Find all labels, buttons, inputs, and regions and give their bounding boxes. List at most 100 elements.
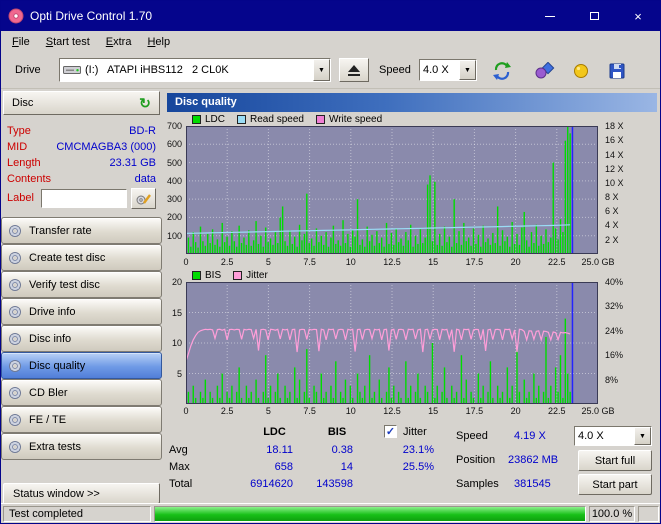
app-icon xyxy=(8,8,24,24)
nav-label: Drive info xyxy=(29,305,76,318)
eject-button[interactable] xyxy=(339,58,369,82)
jitter-legend-label: Jitter xyxy=(246,269,268,281)
ldc-column-header: LDC xyxy=(263,426,286,438)
chart2-left-axis: 5 10 15 20 xyxy=(171,277,182,379)
avg-bis-value: 0.38 xyxy=(331,444,353,456)
toolbar: Drive (I:) ATAPI iHBS112 2 CL0K ▼ Speed … xyxy=(1,53,660,89)
start-full-button[interactable]: Start full xyxy=(578,450,652,471)
maximize-button[interactable] xyxy=(572,1,616,31)
samples-stat-value: 381545 xyxy=(514,478,551,490)
mid-value: CMCMAGBA3 (000) xyxy=(56,141,156,153)
sidebar-item-verify-test-disc[interactable]: Verify test disc xyxy=(1,271,162,298)
drive-select[interactable]: (I:) ATAPI iHBS112 2 CL0K ▼ xyxy=(59,58,331,82)
drive-value: (I:) ATAPI iHBS112 2 CL0K xyxy=(85,64,229,76)
sidebar-item-transfer-rate[interactable]: Transfer rate xyxy=(1,217,162,244)
sidebar-item-create-test-disc[interactable]: Create test disc xyxy=(1,244,162,271)
jitter-checkbox[interactable]: ✓ xyxy=(384,425,397,438)
disc-label-input[interactable] xyxy=(41,189,127,208)
speed-label: Speed xyxy=(379,64,411,76)
disc-icon xyxy=(9,413,21,426)
length-value: 23.31 GB xyxy=(109,157,156,169)
mid-label: MID xyxy=(7,141,28,153)
menu-extra[interactable]: Extra xyxy=(98,33,140,51)
refresh-icon xyxy=(493,62,511,80)
chart1-left-axis: 100 200 300 400 500 600 700 xyxy=(166,121,182,241)
read-speed-legend-swatch xyxy=(237,114,247,124)
edit-label-icon xyxy=(136,193,151,204)
resize-grip[interactable] xyxy=(638,506,659,522)
save-button[interactable] xyxy=(601,57,633,85)
menu-bar: File Start test Extra Help xyxy=(1,31,660,53)
donate-button[interactable] xyxy=(565,57,597,85)
bis-column-header: BIS xyxy=(327,426,347,438)
sidebar-item-fe-te[interactable]: FE / TE xyxy=(1,406,162,433)
info-row-mid: MID CMCMAGBA3 (000) xyxy=(7,141,156,156)
chart2-right-axis: 40% 32% 24% 16% 8% xyxy=(605,277,624,385)
max-row-label: Max xyxy=(169,461,190,473)
info-row-length: Length 23.31 GB xyxy=(7,157,156,172)
status-message: Test completed xyxy=(3,506,151,522)
speed-stat-dropdown-icon[interactable]: ▼ xyxy=(634,427,651,445)
disc-icon xyxy=(9,251,21,264)
sidebar-item-drive-info[interactable]: Drive info xyxy=(1,298,162,325)
nav-label: Create test disc xyxy=(29,251,106,264)
nav-label: Verify test disc xyxy=(29,278,100,291)
refresh-drive-button[interactable] xyxy=(487,57,517,85)
disc-icon xyxy=(9,359,21,372)
max-ldc-value: 658 xyxy=(274,461,293,473)
erase-disc-button[interactable] xyxy=(529,57,561,85)
max-bis-value: 14 xyxy=(340,461,353,473)
type-label: Type xyxy=(7,125,31,137)
start-part-button[interactable]: Start part xyxy=(578,474,652,495)
speed-select[interactable]: 4.0 X ▼ xyxy=(419,59,477,81)
bis-chart-plot xyxy=(186,282,598,404)
bis-legend-swatch xyxy=(192,270,201,280)
ldc-legend-swatch xyxy=(192,114,201,124)
avg-ldc-value: 18.11 xyxy=(266,444,293,456)
menu-file[interactable]: File xyxy=(4,33,38,51)
refresh-disc-button[interactable]: ↻ xyxy=(134,93,156,113)
progress-bar xyxy=(154,506,586,522)
info-row-type: Type BD-R xyxy=(7,125,156,140)
disc-icon xyxy=(9,386,21,399)
edit-label-button[interactable] xyxy=(131,188,156,209)
status-window-button[interactable]: Status window >> xyxy=(3,483,160,504)
sidebar-item-cd-bler[interactable]: CD Bler xyxy=(1,379,162,406)
speed-dropdown-icon[interactable]: ▼ xyxy=(459,60,476,80)
nav-label: Transfer rate xyxy=(29,224,92,237)
write-speed-legend-swatch xyxy=(315,114,325,124)
close-button[interactable]: × xyxy=(616,1,660,31)
speed-value: 4.0 X xyxy=(423,64,449,76)
save-icon xyxy=(609,63,625,79)
sidebar-item-disc-quality[interactable]: Disc quality xyxy=(1,352,162,379)
disc-quality-panel: Disc quality LDC Read speed Write speed … xyxy=(162,89,660,505)
chart2-x-axis: 0 2.5 5 7.5 10 12.5 15 17.5 20 22.5 25.0 GB xyxy=(183,406,615,416)
jitter-legend-swatch xyxy=(233,270,243,280)
sidebar-item-disc-info[interactable]: Disc info xyxy=(1,325,162,352)
speed-stat-select[interactable]: 4.0 X ▼ xyxy=(574,426,652,446)
contents-value: data xyxy=(134,173,156,185)
window-title: Opti Drive Control 1.70 xyxy=(30,9,153,23)
contents-label: Contents xyxy=(7,173,52,185)
avg-row-label: Avg xyxy=(169,444,188,456)
jitter-checkbox-label: Jitter xyxy=(403,426,427,438)
menu-help[interactable]: Help xyxy=(139,33,178,51)
sidebar: Disc ↻ Type BD-R MID CMCMAGBA3 (000) Len… xyxy=(1,89,162,505)
menu-start-test[interactable]: Start test xyxy=(38,33,98,51)
samples-stat-label: Samples xyxy=(456,478,499,490)
minimize-button[interactable] xyxy=(528,1,572,31)
chart1-right-axis: 18 X 16 X 14 X 12 X 10 X8 X6 X4 X2 X xyxy=(605,121,624,245)
status-bar: Test completed 100.0 % xyxy=(1,503,660,523)
disc-icon xyxy=(9,305,21,318)
drive-icon xyxy=(63,63,81,77)
length-label: Length xyxy=(7,157,41,169)
disc-icon xyxy=(9,332,21,345)
drive-dropdown-icon[interactable]: ▼ xyxy=(313,59,330,81)
nav-label: Extra tests xyxy=(29,440,81,453)
refresh-disc-icon: ↻ xyxy=(139,95,151,111)
nav-label: Disc quality xyxy=(29,359,86,372)
sidebar-item-extra-tests[interactable]: Extra tests xyxy=(1,433,162,460)
bis-legend-label: BIS xyxy=(205,269,222,281)
disc-label-label: Label xyxy=(7,192,34,204)
nav-label: Disc info xyxy=(29,332,72,345)
